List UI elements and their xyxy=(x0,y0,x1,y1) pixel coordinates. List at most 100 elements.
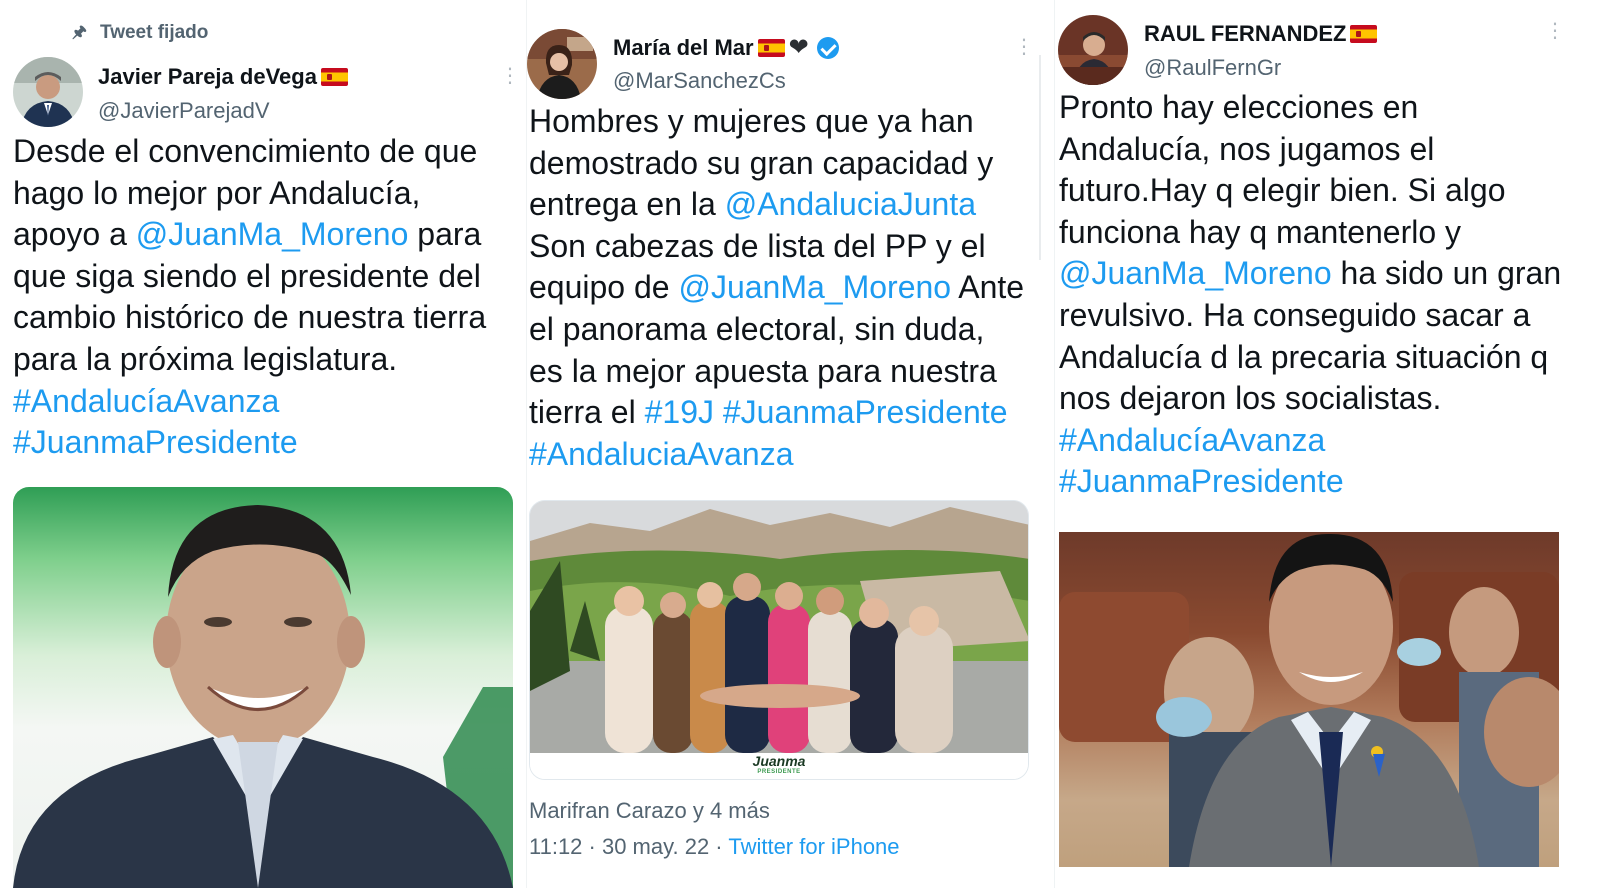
tweet-text-line: Andalucía d la precaria situación q xyxy=(1059,337,1561,379)
media-caption: Juanma xyxy=(752,753,806,769)
photo-juanma-moreno-smiling xyxy=(13,505,513,888)
more-icon[interactable]: ⋮ xyxy=(1545,21,1565,41)
timestamp[interactable]: 11:12 · 30 may. 22 · xyxy=(529,834,728,859)
tweet-media-photo[interactable] xyxy=(1059,532,1559,867)
tweet-text-segment: revulsivo. Ha conseguido sacar a xyxy=(1059,296,1531,333)
tweet-text-line: Andalucía, nos jugamos el xyxy=(1059,129,1561,171)
tweet-text-line: que siga siendo el presidente del xyxy=(13,256,486,298)
display-name[interactable]: Javier Pareja deVega xyxy=(98,64,317,90)
tweet-text-segment: funciona hay q mantenerlo y xyxy=(1059,213,1462,250)
tweet-text-line: el panorama electoral, sin duda, xyxy=(529,309,1024,351)
display-name[interactable]: RAUL FERNANDEZ xyxy=(1144,21,1346,47)
photo-juanma-moreno-parliament xyxy=(1059,533,1559,867)
tweet-text-line: apoyo a @JuanMa_Moreno para xyxy=(13,214,486,256)
tweet-text-segment: es la mejor apuesta para nuestra xyxy=(529,352,997,389)
tweet-text-segment: entrega en la xyxy=(529,186,725,223)
more-icon[interactable]: ⋮ xyxy=(1014,37,1034,57)
tweet-text-line: #JuanmaPresidente xyxy=(1059,461,1561,503)
tweet-text-line: #AndalucíaAvanza xyxy=(13,381,486,423)
tweet-text: Pronto hay elecciones en Andalucía, nos j… xyxy=(1059,87,1561,503)
tweet-text-line: futuro.Hay q elegir bien. Si algo xyxy=(1059,170,1561,212)
tweet-text-segment: equipo de xyxy=(529,269,679,306)
tweet-text-line: para la próxima legislatura. xyxy=(13,339,486,381)
tweet-text-segment: demostrado su gran capacidad y xyxy=(529,144,994,181)
tweet-text-segment: Andalucía d la precaria situación q xyxy=(1059,338,1549,375)
tweet-text-segment: para la próxima legislatura. xyxy=(13,340,398,377)
tweet-meta: 11:12 · 30 may. 22 · Twitter for iPhone xyxy=(529,834,900,860)
tweet-text-segment: que siga siendo el presidente del xyxy=(13,257,481,294)
hashtag-link[interactable]: #AndalucíaAvanza xyxy=(13,383,279,419)
hashtag-link[interactable]: #AndaluciaAvanza xyxy=(529,436,794,472)
tweet-text-line: @JuanMa_Moreno ha sido un gran xyxy=(1059,253,1561,295)
tweet-text-segment: apoyo a xyxy=(13,216,136,253)
mention-link[interactable]: @JuanMa_Moreno xyxy=(1059,255,1332,291)
display-name[interactable]: María del Mar xyxy=(613,35,754,61)
tweet-text-line: revulsivo. Ha conseguido sacar a xyxy=(1059,295,1561,337)
black-heart-icon: ❤ xyxy=(788,34,809,61)
tweet-column-2: María del Mar ❤ @MarSanchezCs ⋮ Hombres … xyxy=(526,0,1054,888)
avatar-image xyxy=(13,57,83,127)
media-caption-block: Juanma PRESIDENTE xyxy=(530,754,1028,775)
display-name-row[interactable]: Javier Pareja deVega xyxy=(98,64,348,90)
spain-flag-icon xyxy=(1350,25,1378,43)
tweet-text-segment: tierra el xyxy=(529,394,645,431)
avatar[interactable] xyxy=(1058,15,1128,85)
mention-link[interactable]: @JuanMa_Moreno xyxy=(678,269,951,305)
user-handle[interactable]: @JavierParejadV xyxy=(98,98,270,124)
mention-link[interactable]: @JuanMa_Moreno xyxy=(136,216,409,252)
tweet-text-line: Hombres y mujeres que ya han xyxy=(529,101,1024,143)
tweet-text-line: funciona hay q mantenerlo y xyxy=(1059,212,1561,254)
tweet-text-line: nos dejaron los socialistas. xyxy=(1059,378,1561,420)
tweet-text-line: es la mejor apuesta para nuestra xyxy=(529,351,1024,393)
spain-flag-icon xyxy=(320,68,348,86)
tweet-text-segment: Ante xyxy=(951,269,1025,306)
tweet-text-segment: futuro.Hay q elegir bien. Si algo xyxy=(1059,172,1506,209)
photo-group-hands xyxy=(530,501,1028,779)
tweet-text-segment: para xyxy=(408,216,482,253)
tweet-text-line: equipo de @JuanMa_Moreno Ante xyxy=(529,267,1024,309)
source-link[interactable]: Twitter for iPhone xyxy=(728,834,899,859)
tweet-text-line: entrega en la @AndaluciaJunta xyxy=(529,184,1024,226)
tweet-text-segment: Hombres y mujeres que ya han xyxy=(529,103,974,139)
hashtag-link[interactable]: #19J #JuanmaPresidente xyxy=(645,394,1008,430)
tweet-text-line: Desde el convencimiento de que xyxy=(13,131,486,173)
mention-link[interactable]: @AndaluciaJunta xyxy=(725,186,976,222)
tweet-text-segment: hago lo mejor por Andalucía, xyxy=(13,174,421,211)
tweet-text-line: #AndalucíaAvanza xyxy=(1059,420,1561,462)
tweet-text: Desde el convencimiento de que hago lo me… xyxy=(13,131,486,464)
avatar[interactable] xyxy=(13,57,83,127)
tweet-media-photo[interactable] xyxy=(13,487,513,888)
hashtag-link[interactable]: #AndalucíaAvanza xyxy=(1059,422,1325,458)
hashtag-link[interactable]: #JuanmaPresidente xyxy=(13,424,298,460)
tweet-text-line: #AndaluciaAvanza xyxy=(529,434,1024,476)
tweet-text-segment: Desde el convencimiento de que xyxy=(13,133,478,169)
verified-badge-icon xyxy=(816,37,839,59)
display-name-row[interactable]: María del Mar ❤ xyxy=(613,35,839,61)
pinned-label: Tweet fijado xyxy=(100,22,209,43)
divider xyxy=(1039,55,1041,260)
tweet-text-segment: ha sido un gran xyxy=(1331,255,1562,292)
tweet-text-segment: Pronto hay elecciones en xyxy=(1059,89,1419,125)
tweet-text-line: #JuanmaPresidente xyxy=(13,422,486,464)
media-subcaption: PRESIDENTE xyxy=(757,769,801,775)
tweet-text-line: demostrado su gran capacidad y xyxy=(529,143,1024,185)
tweet-media-photo[interactable]: Juanma PRESIDENTE xyxy=(529,500,1029,780)
user-handle[interactable]: @MarSanchezCs xyxy=(613,68,786,94)
tweet-text-segment: Andalucía, nos jugamos el xyxy=(1059,130,1435,167)
more-icon[interactable]: ⋮ xyxy=(500,66,520,86)
tweet-column-1: 🖈 Tweet fijado Javier Pareja deVega @Jav… xyxy=(0,0,526,888)
tweet-text-line: hago lo mejor por Andalucía, xyxy=(13,173,486,215)
user-handle[interactable]: @RaulFernGr xyxy=(1144,55,1281,81)
pinned-indicator: 🖈 Tweet fijado xyxy=(72,22,208,44)
tweet-text-line: cambio histórico de nuestra tierra xyxy=(13,297,486,339)
liked-by[interactable]: Marifran Carazo y 4 más xyxy=(529,798,770,824)
pin-icon: 🖈 xyxy=(72,24,87,41)
tweet-text-line: tierra el #19J #JuanmaPresidente xyxy=(529,392,1024,434)
hashtag-link[interactable]: #JuanmaPresidente xyxy=(1059,463,1344,499)
display-name-row[interactable]: RAUL FERNANDEZ xyxy=(1144,21,1378,47)
tweet-text-line: Pronto hay elecciones en xyxy=(1059,87,1561,129)
tweet-text-segment: cambio histórico de nuestra tierra xyxy=(13,299,487,336)
avatar-image xyxy=(527,29,597,99)
avatar[interactable] xyxy=(527,29,597,99)
tweet-text-segment: Son cabezas de lista del PP y el xyxy=(529,227,986,264)
